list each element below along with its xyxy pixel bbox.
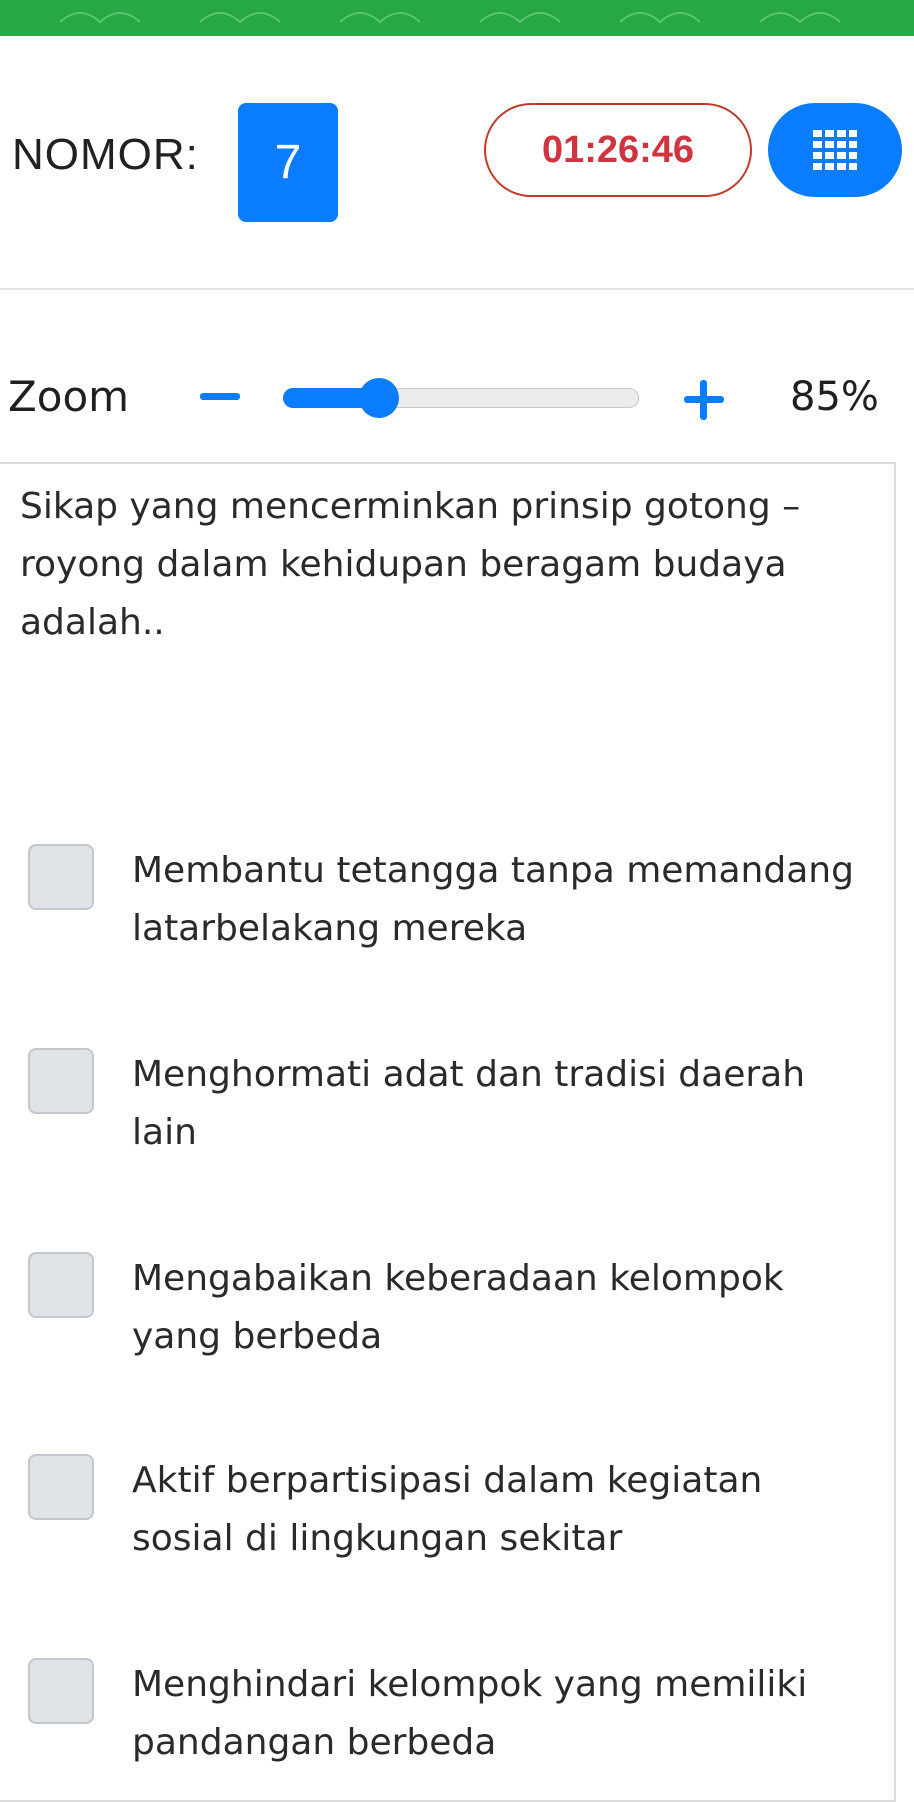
grid-icon: [813, 130, 857, 170]
question-number-badge: 7: [238, 103, 338, 222]
option-label: Menghindari kelompok yang memiliki panda…: [132, 1664, 808, 1763]
option-label: Mengabaikan keberadaan kelompok yang ber…: [132, 1258, 784, 1357]
top-bar: [0, 0, 914, 36]
option-label: Membantu tetangga tanpa memandang latarb…: [132, 850, 854, 949]
zoom-slider-thumb[interactable]: [359, 378, 399, 418]
zoom-in-button[interactable]: [682, 378, 726, 422]
decorative-pattern: [59, 12, 841, 24]
question-text: Sikap yang mencerminkan prinsip gotong –…: [20, 486, 801, 643]
question-number-label: NOMOR:: [12, 130, 199, 179]
option-checkbox[interactable]: [28, 1252, 94, 1318]
minus-icon: [200, 392, 240, 400]
zoom-slider[interactable]: [283, 378, 639, 418]
zoom-label: Zoom: [8, 372, 130, 421]
zoom-out-button[interactable]: [198, 378, 242, 414]
option-label: Menghormati adat dan tradisi daerah lain: [132, 1054, 806, 1153]
option-checkbox[interactable]: [28, 1658, 94, 1724]
question-navigator-button[interactable]: [768, 103, 902, 197]
divider: [0, 288, 914, 290]
option-label: Aktif berpartisipasi dalam kegiatan sosi…: [132, 1460, 763, 1559]
countdown-timer: 01:26:46: [484, 103, 752, 197]
zoom-value: 85%: [790, 374, 879, 420]
option-checkbox[interactable]: [28, 1048, 94, 1114]
option-checkbox[interactable]: [28, 1454, 94, 1520]
option-checkbox[interactable]: [28, 844, 94, 910]
